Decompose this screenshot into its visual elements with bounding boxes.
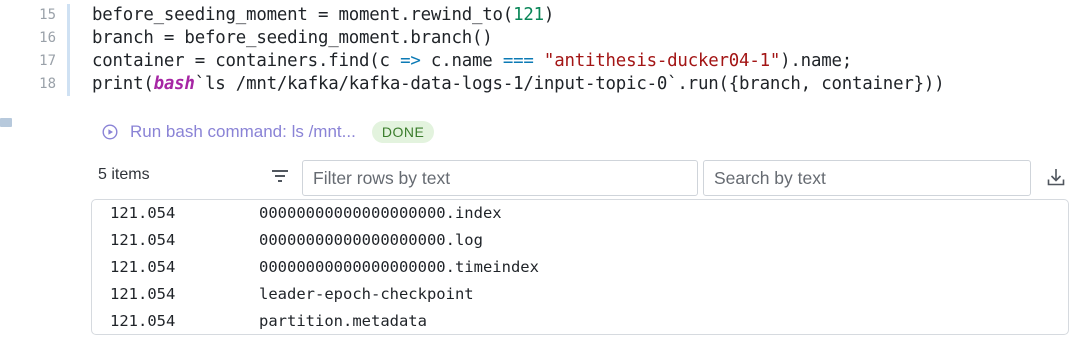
file-name-cell: leader-epoch-checkpoint bbox=[259, 285, 474, 303]
items-count: 5 items bbox=[98, 166, 150, 183]
line-number: 17 bbox=[39, 53, 56, 69]
search-input[interactable] bbox=[703, 160, 1031, 196]
file-name-cell: 00000000000000000000.log bbox=[259, 231, 483, 249]
table-row[interactable]: 121.054 00000000000000000000.log bbox=[92, 227, 1068, 254]
table-row[interactable]: 121.054 leader-epoch-checkpoint bbox=[92, 281, 1068, 308]
results-table[interactable]: 121.054 00000000000000000000.index 121.0… bbox=[91, 199, 1069, 335]
filter-rows-input[interactable] bbox=[302, 160, 698, 196]
line-number: 16 bbox=[39, 30, 56, 46]
table-row[interactable]: 121.054 00000000000000000000.timeindex bbox=[92, 254, 1068, 281]
gutter-bar bbox=[67, 4, 70, 27]
time-cell: 121.054 bbox=[110, 285, 176, 303]
gutter-bar bbox=[67, 27, 70, 50]
line-number: 15 bbox=[39, 7, 56, 23]
code-text: before_seeding_moment = moment.rewind_to… bbox=[92, 5, 555, 25]
code-line: 18 print(bash`ls /mnt/kafka/kafka-data-l… bbox=[0, 73, 1087, 96]
code-line: 17 container = containers.find(c => c.na… bbox=[0, 50, 1087, 73]
code-text: print(bash`ls /mnt/kafka/kafka-data-logs… bbox=[92, 74, 945, 94]
filter-icon[interactable] bbox=[272, 169, 288, 183]
time-cell: 121.054 bbox=[110, 204, 176, 222]
run-header[interactable]: Run bash command: ls /mnt... DONE bbox=[102, 120, 435, 144]
time-cell: 121.054 bbox=[110, 312, 176, 330]
file-name-cell: 00000000000000000000.index bbox=[259, 204, 502, 222]
gutter-bar bbox=[67, 73, 70, 96]
gutter-bar bbox=[67, 50, 70, 73]
code-text: container = containers.find(c => c.name … bbox=[92, 51, 853, 71]
cell-output-marker bbox=[0, 118, 12, 127]
code-editor[interactable]: 15 before_seeding_moment = moment.rewind… bbox=[0, 4, 1087, 96]
code-line: 15 before_seeding_moment = moment.rewind… bbox=[0, 4, 1087, 27]
play-circle-icon bbox=[102, 124, 118, 140]
table-row[interactable]: 121.054 partition.metadata bbox=[92, 308, 1068, 335]
line-number: 18 bbox=[39, 76, 56, 92]
file-name-cell: 00000000000000000000.timeindex bbox=[259, 258, 539, 276]
time-cell: 121.054 bbox=[110, 231, 176, 249]
code-text: branch = before_seeding_moment.branch() bbox=[92, 28, 493, 48]
table-row[interactable]: 121.054 00000000000000000000.index bbox=[92, 200, 1068, 227]
download-icon[interactable] bbox=[1046, 167, 1066, 187]
file-name-cell: partition.metadata bbox=[259, 312, 427, 330]
time-cell: 121.054 bbox=[110, 258, 176, 276]
code-line: 16 branch = before_seeding_moment.branch… bbox=[0, 27, 1087, 50]
status-badge: DONE bbox=[371, 121, 435, 143]
run-command-label[interactable]: Run bash command: ls /mnt... bbox=[130, 122, 356, 142]
